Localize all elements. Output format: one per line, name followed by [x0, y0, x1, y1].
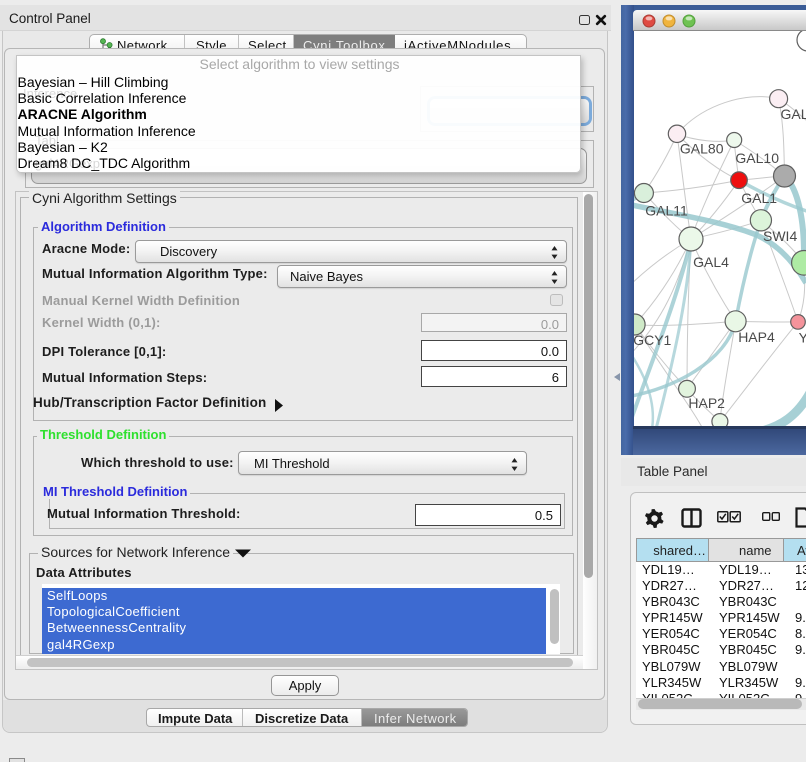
svg-text:Y: Y	[799, 330, 806, 346]
svg-text:HAP2: HAP2	[688, 395, 725, 411]
svg-text:GCY1: GCY1	[634, 332, 672, 348]
svg-text:GAL10: GAL10	[735, 150, 779, 166]
svg-text:GAL11: GAL11	[645, 203, 688, 219]
svg-text:GAL4: GAL4	[693, 254, 729, 270]
svg-text:GAL1: GAL1	[741, 190, 777, 206]
svg-text:GAL2: GAL2	[781, 106, 806, 122]
svg-text:SWI4: SWI4	[763, 228, 797, 244]
svg-text:GAL80: GAL80	[680, 141, 724, 157]
svg-text:HAP4: HAP4	[738, 329, 775, 345]
